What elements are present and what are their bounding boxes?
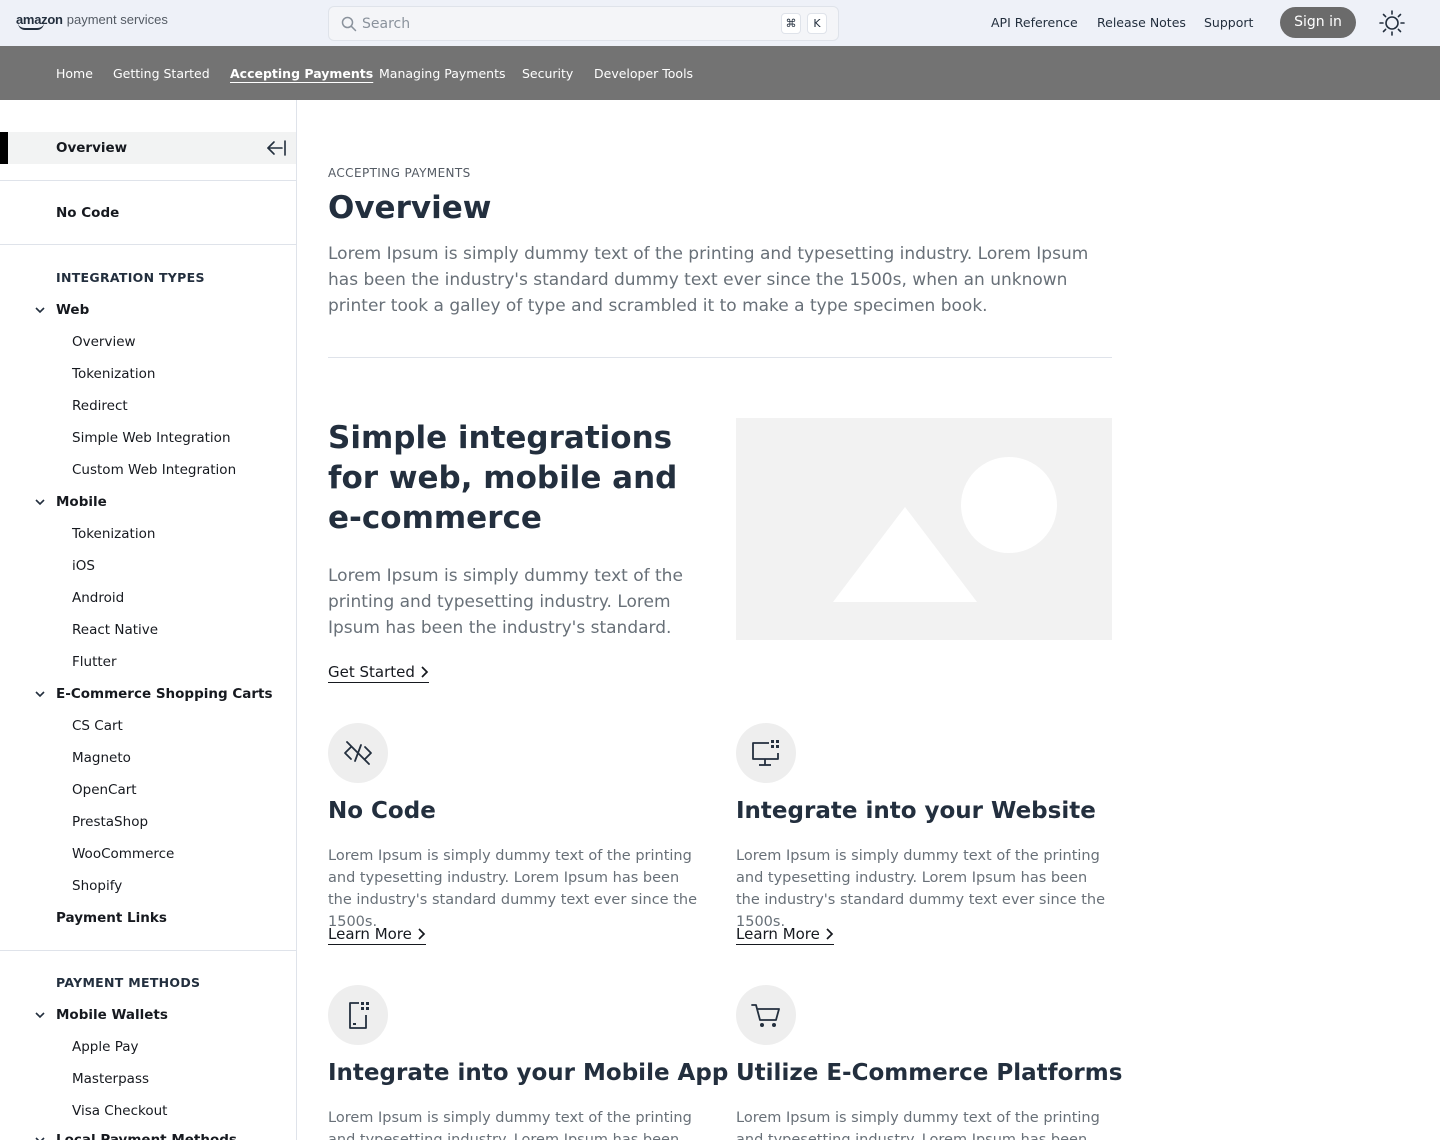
sidebar-divider: [0, 950, 296, 951]
sidebar-item-web-overview[interactable]: Overview: [72, 334, 136, 350]
section-eyebrow: ACCEPTING PAYMENTS: [328, 166, 471, 180]
nav-managing-payments[interactable]: Managing Payments: [379, 66, 506, 81]
top-bar: amazon payment services ⌘ K API Referenc…: [0, 0, 1440, 46]
page-lead: Lorem Ipsum is simply dummy text of the …: [328, 244, 1089, 316]
chevron-right-icon: [418, 928, 426, 940]
cart-icon-badge: [736, 985, 796, 1045]
sidebar-item-woocommerce[interactable]: WooCommerce: [72, 846, 174, 862]
sidebar-item-shopify[interactable]: Shopify: [72, 878, 122, 894]
learn-more-website-link[interactable]: Learn More: [736, 925, 834, 945]
nav-accepting-payments[interactable]: Accepting Payments: [230, 66, 373, 81]
card-text-ecommerce: Lorem Ipsum is simply dummy text of the …: [736, 1110, 1100, 1140]
search-icon: [341, 16, 357, 32]
sidebar-item-simple-web-integration[interactable]: Simple Web Integration: [72, 430, 231, 446]
sidebar-group-web[interactable]: Web: [56, 302, 89, 318]
website-icon-badge: [736, 723, 796, 783]
sidebar-item-magneto[interactable]: Magneto: [72, 750, 131, 766]
hero-text: Lorem Ipsum is simply dummy text of the …: [328, 566, 683, 638]
sidebar-item-no-code[interactable]: No Code: [56, 205, 119, 221]
sidebar-item-react-native[interactable]: React Native: [72, 622, 158, 638]
nav-getting-started[interactable]: Getting Started: [113, 66, 210, 81]
sidebar-item-web-redirect[interactable]: Redirect: [72, 398, 128, 414]
mobile-app-icon-badge: [328, 985, 388, 1045]
card-title-website: Integrate into your Website: [736, 798, 1096, 824]
release-notes-link[interactable]: Release Notes: [1097, 15, 1186, 30]
sidebar-item-overview[interactable]: Overview: [0, 132, 296, 164]
chevron-right-icon: [826, 928, 834, 940]
sun-icon[interactable]: [1378, 9, 1406, 37]
sidebar-item-custom-web-integration[interactable]: Custom Web Integration: [72, 462, 236, 478]
sidebar-item-payment-links[interactable]: Payment Links: [56, 910, 167, 926]
website-icon: [752, 740, 779, 766]
learn-more-label: Learn More: [736, 925, 820, 943]
content-divider: [328, 357, 1112, 358]
sidebar-item-web-tokenization[interactable]: Tokenization: [72, 366, 155, 382]
main-content: ACCEPTING PAYMENTS Overview Lorem Ipsum …: [298, 100, 1440, 1140]
learn-more-no-code-link[interactable]: Learn More: [328, 925, 426, 945]
chevron-down-icon[interactable]: [34, 1136, 46, 1140]
sidebar-divider: [0, 244, 296, 245]
chevron-down-icon[interactable]: [34, 306, 46, 314]
sidebar-item-cs-cart[interactable]: CS Cart: [72, 718, 123, 734]
card-text-mobile-app: Lorem Ipsum is simply dummy text of the …: [328, 1110, 692, 1140]
card-title-no-code: No Code: [328, 798, 436, 824]
primary-nav: Home Getting Started Accepting Payments …: [0, 46, 1440, 100]
chevron-right-icon: [421, 666, 429, 678]
integration-types-heading: INTEGRATION TYPES: [56, 270, 205, 285]
nav-developer-tools[interactable]: Developer Tools: [594, 66, 693, 81]
sidebar-item-android[interactable]: Android: [72, 590, 124, 606]
chevron-down-icon[interactable]: [34, 690, 46, 698]
mobile-app-icon: [349, 1002, 369, 1029]
logo-brand: amazon: [16, 12, 63, 27]
active-indicator: [0, 132, 8, 164]
hero-title: Simple integrations for web, mobile and …: [328, 420, 678, 536]
payment-methods-heading: PAYMENT METHODS: [56, 975, 201, 990]
get-started-link[interactable]: Get Started: [328, 663, 429, 683]
no-code-icon: [344, 741, 372, 765]
get-started-label: Get Started: [328, 663, 415, 681]
image-placeholder: [736, 418, 1112, 640]
sidebar-item-mobile-tokenization[interactable]: Tokenization: [72, 526, 155, 542]
search-box[interactable]: ⌘ K: [328, 6, 839, 41]
card-title-mobile-app: Integrate into your Mobile App: [328, 1060, 729, 1086]
learn-more-label: Learn More: [328, 925, 412, 943]
sidebar-item-ios[interactable]: iOS: [72, 558, 95, 574]
card-title-ecommerce: Utilize E-Commerce Platforms: [736, 1060, 1123, 1086]
shortcut-k-key: K: [807, 13, 827, 34]
card-text-no-code: Lorem Ipsum is simply dummy text of the …: [328, 848, 697, 930]
logo[interactable]: amazon payment services: [16, 12, 168, 28]
sidebar-group-ecommerce[interactable]: E-Commerce Shopping Carts: [56, 686, 273, 702]
sidebar-item-apple-pay[interactable]: Apple Pay: [72, 1039, 139, 1055]
sidebar-divider: [0, 180, 296, 181]
nav-security[interactable]: Security: [522, 66, 573, 81]
nav-home[interactable]: Home: [56, 66, 93, 81]
sidebar-group-mobile-wallets[interactable]: Mobile Wallets: [56, 1007, 168, 1023]
sidebar-item-label: Overview: [56, 140, 128, 156]
api-reference-link[interactable]: API Reference: [991, 15, 1078, 30]
sidebar: Overview No Code INTEGRATION TYPES Web O…: [0, 100, 297, 1140]
shortcut-modifier-key: ⌘: [781, 13, 801, 34]
no-code-icon-badge: [328, 723, 388, 783]
sidebar-group-mobile[interactable]: Mobile: [56, 494, 107, 510]
sidebar-item-opencart[interactable]: OpenCart: [72, 782, 137, 798]
logo-product: payment services: [66, 12, 168, 27]
sign-in-button[interactable]: Sign in: [1280, 7, 1356, 38]
sidebar-item-flutter[interactable]: Flutter: [72, 654, 117, 670]
search-input[interactable]: [362, 14, 762, 34]
sidebar-item-visa-checkout[interactable]: Visa Checkout: [72, 1103, 167, 1119]
collapse-sidebar-icon[interactable]: [265, 140, 287, 156]
card-text-website: Lorem Ipsum is simply dummy text of the …: [736, 848, 1105, 930]
sidebar-item-masterpass[interactable]: Masterpass: [72, 1071, 149, 1087]
sidebar-item-prestashop[interactable]: PrestaShop: [72, 814, 148, 830]
support-link[interactable]: Support: [1204, 15, 1253, 30]
cart-icon: [751, 1004, 780, 1027]
sidebar-group-local-payment-methods[interactable]: Local Payment Methods: [56, 1132, 237, 1140]
page-title: Overview: [328, 190, 492, 226]
chevron-down-icon[interactable]: [34, 1011, 46, 1019]
chevron-down-icon[interactable]: [34, 498, 46, 506]
